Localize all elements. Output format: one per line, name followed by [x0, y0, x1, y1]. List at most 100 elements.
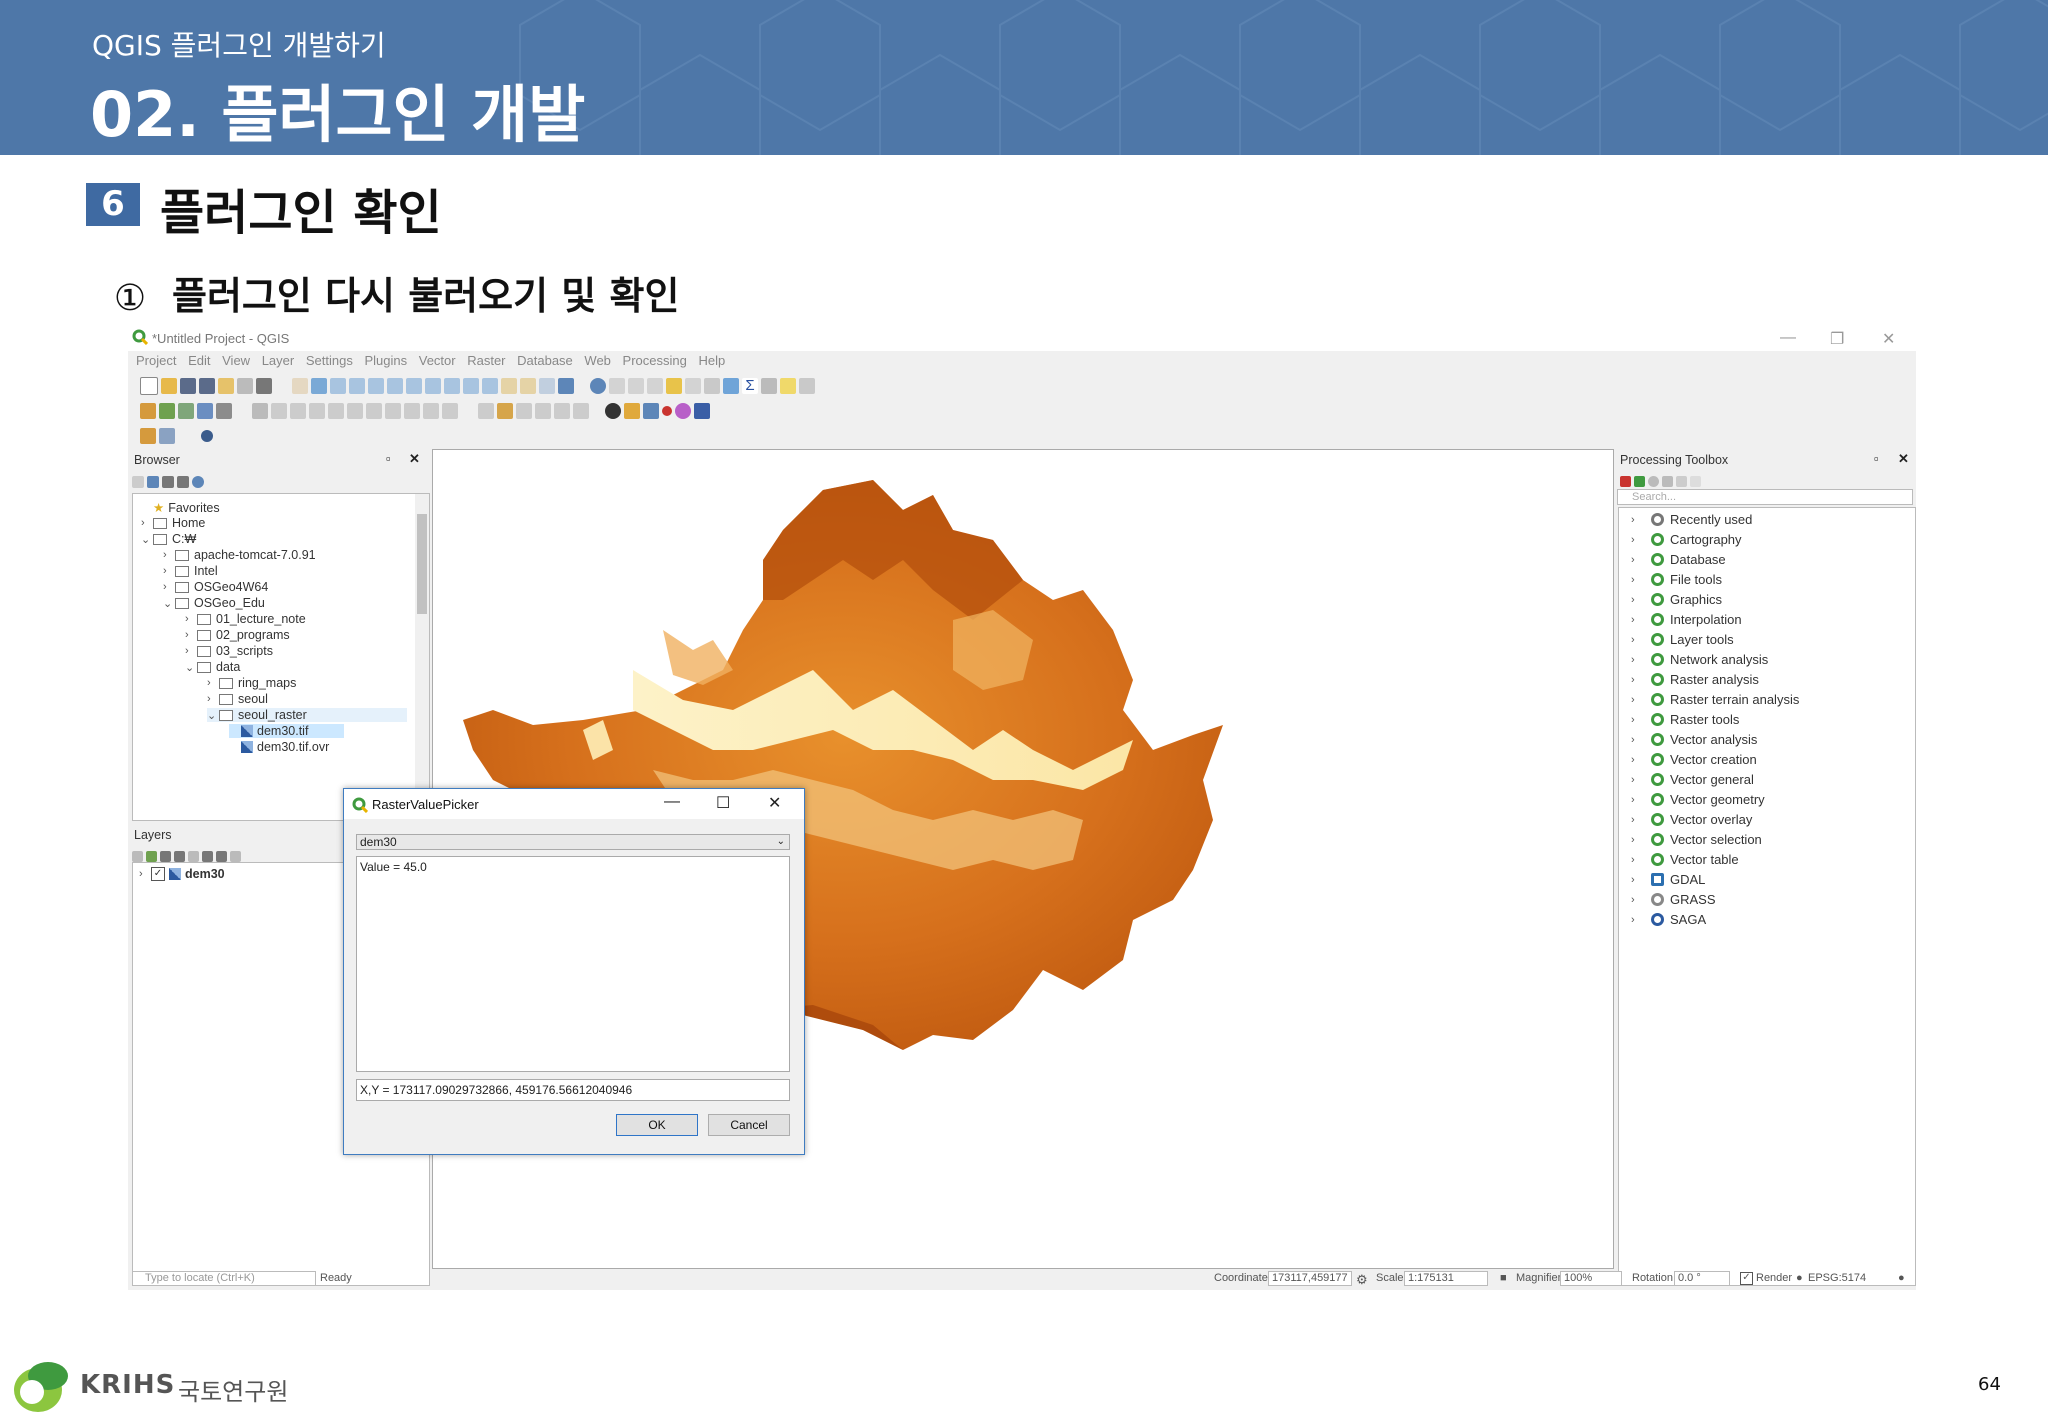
xy-field[interactable]: X,Y = 173117.09029732866, 459176.5661204…	[356, 1079, 790, 1101]
toolbox-close-icon[interactable]: ✕	[1898, 451, 1909, 467]
tree-item[interactable]: ⌄ C:₩	[141, 532, 196, 546]
tree-item[interactable]: › 02_programs	[185, 628, 290, 642]
toolbox-item[interactable]: › Vector analysis	[1631, 732, 1757, 747]
tree-item[interactable]: ⌄ data	[185, 660, 240, 674]
map-tips-icon[interactable]	[780, 378, 796, 394]
rotation-field[interactable]: 0.0 °	[1674, 1271, 1730, 1286]
undo-icon[interactable]	[423, 403, 439, 419]
browser-refresh-icon[interactable]	[147, 476, 159, 488]
toolbox-item[interactable]: › Vector geometry	[1631, 792, 1765, 807]
menu-project[interactable]: Project	[136, 351, 176, 371]
add-delimited-text-icon[interactable]	[178, 403, 194, 419]
toolbox-float-icon[interactable]: ▫	[1874, 451, 1879, 466]
statistics-icon[interactable]	[704, 378, 720, 394]
plugin-dot-icon[interactable]	[201, 430, 213, 442]
value-textbox[interactable]: Value = 45.0	[356, 856, 790, 1072]
bookmark-icon[interactable]	[539, 378, 555, 394]
python-console-icon[interactable]	[605, 403, 621, 419]
tree-item[interactable]: › ring_maps	[207, 676, 296, 690]
style-icon[interactable]	[132, 850, 143, 862]
layer-row[interactable]: › ✓ dem30	[139, 867, 225, 881]
add-feature-icon[interactable]	[309, 403, 325, 419]
crs-label[interactable]: EPSG:5174	[1808, 1272, 1866, 1284]
tree-item[interactable]: › OSGeo4W64	[163, 580, 268, 594]
visibility-icon[interactable]	[160, 850, 171, 862]
minimize-icon[interactable]: —	[1780, 329, 1796, 347]
pan-icon[interactable]	[292, 378, 308, 394]
models-icon[interactable]	[1620, 475, 1631, 487]
new-print-layout-icon[interactable]	[218, 378, 234, 394]
results-icon[interactable]	[1662, 475, 1673, 487]
tree-item[interactable]: › Home	[141, 516, 205, 530]
style-manager-icon[interactable]	[256, 378, 272, 394]
toolbox-item[interactable]: › Vector creation	[1631, 752, 1757, 767]
field-calculator-icon[interactable]	[666, 378, 682, 394]
attribute-table-icon[interactable]	[685, 378, 701, 394]
refresh-icon[interactable]	[558, 378, 574, 394]
scale-combo[interactable]: 1:175131	[1404, 1271, 1488, 1286]
crs-globe-icon[interactable]: ●	[1796, 1272, 1803, 1284]
layer-filter-icon[interactable]	[174, 850, 185, 862]
menu-plugins[interactable]: Plugins	[364, 351, 407, 371]
menu-view[interactable]: View	[222, 351, 250, 371]
toggle-editing-icon[interactable]	[271, 403, 287, 419]
menu-layer[interactable]: Layer	[262, 351, 295, 371]
save-project-icon[interactable]	[180, 378, 196, 394]
menu-web[interactable]: Web	[584, 351, 611, 371]
tree-item-selected[interactable]: ⌄ seoul_raster	[207, 708, 407, 722]
tree-item-selected[interactable]: dem30.tif	[229, 724, 344, 738]
toolbox-item[interactable]: › GRASS	[1631, 892, 1716, 907]
advanced-digitize-icon[interactable]	[159, 428, 175, 444]
record-icon[interactable]	[662, 406, 672, 416]
layer-manager-icon[interactable]	[140, 403, 156, 419]
toolbox-item[interactable]: › Raster tools	[1631, 712, 1739, 727]
expression-filter-icon[interactable]	[188, 850, 199, 862]
move-label-icon[interactable]	[535, 403, 551, 419]
menu-settings[interactable]: Settings	[306, 351, 353, 371]
measure-icon[interactable]	[761, 378, 777, 394]
tree-item[interactable]: ★ Favorites	[141, 500, 220, 516]
dialog-close-icon[interactable]: ✕	[768, 793, 781, 813]
toolbox-item[interactable]: › Recently used	[1631, 512, 1752, 527]
label-tool-icon[interactable]	[478, 403, 494, 419]
toolbox-item[interactable]: › Vector general	[1631, 772, 1754, 787]
collapse-layers-icon[interactable]	[216, 850, 227, 862]
text-annotation-icon[interactable]	[799, 378, 815, 394]
toolbox-search-input[interactable]: Search...	[1617, 489, 1913, 505]
ok-button[interactable]: OK	[616, 1114, 698, 1136]
menu-edit[interactable]: Edit	[188, 351, 210, 371]
properties-icon[interactable]	[192, 476, 204, 488]
zoom-layer-icon[interactable]	[425, 378, 441, 394]
close-icon[interactable]: ✕	[1882, 329, 1895, 349]
filter-icon[interactable]	[162, 476, 174, 488]
zoom-native-icon[interactable]	[444, 378, 460, 394]
show-hide-labels-icon[interactable]	[516, 403, 532, 419]
zoom-last-icon[interactable]	[463, 378, 479, 394]
add-selected-icon[interactable]	[132, 476, 144, 488]
layer-checkbox[interactable]: ✓	[151, 867, 165, 881]
toolbox-item[interactable]: › Cartography	[1631, 532, 1742, 547]
remove-layer-icon[interactable]	[230, 850, 241, 862]
sum-icon[interactable]: Σ	[742, 378, 758, 394]
add-raster-icon[interactable]	[197, 403, 213, 419]
coordinate-toggle-icon[interactable]: ⚙	[1356, 1272, 1368, 1288]
browser-close-icon[interactable]: ✕	[409, 451, 420, 467]
zoom-full-icon[interactable]	[387, 378, 403, 394]
save-as-icon[interactable]	[199, 378, 215, 394]
render-checkbox[interactable]: ✓	[1740, 1272, 1753, 1285]
toolbox-item[interactable]: › Graphics	[1631, 592, 1722, 607]
new-3d-map-icon[interactable]	[520, 378, 536, 394]
lock-icon[interactable]: ■	[1500, 1272, 1507, 1284]
zoom-selection-icon[interactable]	[406, 378, 422, 394]
change-label-icon[interactable]	[573, 403, 589, 419]
new-map-view-icon[interactable]	[501, 378, 517, 394]
toolbox-item[interactable]: › SAGA	[1631, 912, 1706, 927]
select-features-icon[interactable]	[609, 378, 625, 394]
toolbox-item[interactable]: › Layer tools	[1631, 632, 1734, 647]
zoom-next-icon[interactable]	[482, 378, 498, 394]
pan-to-selection-icon[interactable]	[311, 378, 327, 394]
browser-scrollbar[interactable]	[415, 494, 429, 818]
options-icon[interactable]	[1690, 475, 1701, 487]
magnifier-field[interactable]: 100%	[1560, 1271, 1622, 1286]
cancel-button[interactable]: Cancel	[708, 1114, 790, 1136]
